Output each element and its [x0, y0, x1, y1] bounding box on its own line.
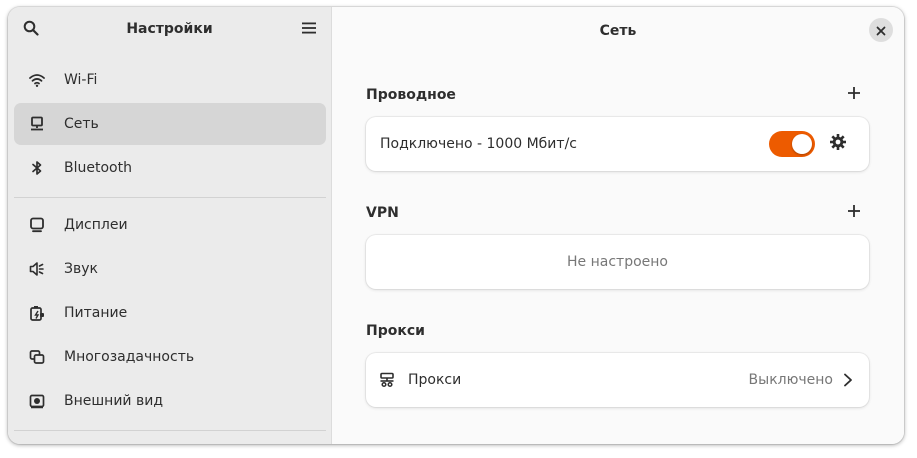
gear-icon	[829, 133, 847, 155]
wired-settings-button[interactable]	[828, 134, 848, 154]
proxy-status: Выключено	[748, 372, 833, 388]
sidebar-item-label: Сеть	[64, 116, 99, 132]
add-wired-connection-button[interactable]	[842, 82, 866, 106]
sidebar-item-power[interactable]: Питание	[14, 292, 326, 334]
add-vpn-button[interactable]	[842, 200, 866, 224]
proxy-icon	[379, 372, 397, 390]
sidebar-divider	[14, 430, 326, 431]
chevron-right-icon	[841, 372, 855, 388]
sidebar-item-sound[interactable]: Звук	[14, 248, 326, 290]
sidebar-item-label: Wi-Fi	[64, 72, 98, 88]
multitasking-icon	[28, 348, 46, 366]
sidebar-item-label: Дисплеи	[64, 217, 128, 233]
sidebar-item-label: Bluetooth	[64, 160, 132, 176]
sidebar-item-label: Многозадачность	[64, 349, 195, 365]
sidebar-divider	[14, 197, 326, 198]
plus-icon	[847, 203, 861, 222]
vpn-empty-text: Не настроено	[567, 254, 668, 270]
sound-icon	[28, 260, 46, 278]
power-icon	[28, 304, 46, 322]
nav-group-connectivity: Wi-Fi Сеть Bluetooth	[14, 59, 326, 191]
sidebar-item-multitasking[interactable]: Многозадачность	[14, 336, 326, 378]
page-title: Сеть	[599, 23, 637, 39]
proxy-section-title: Прокси	[366, 323, 425, 339]
appearance-icon	[28, 392, 46, 410]
sidebar: Настройки Wi-Fi Сеть Bluetooth Дисплеи З…	[8, 7, 332, 444]
sidebar-item-label: Внешний вид	[64, 393, 164, 409]
vpn-empty-card: Не настроено	[366, 235, 869, 289]
close-icon	[876, 21, 886, 40]
wired-connection-toggle[interactable]	[769, 131, 815, 157]
sidebar-header: Настройки	[8, 7, 331, 53]
toggle-knob	[792, 134, 812, 154]
wired-connection-status: Подключено - 1000 Мбит/с	[380, 136, 577, 152]
settings-window: Настройки Wi-Fi Сеть Bluetooth Дисплеи З…	[8, 7, 904, 444]
bluetooth-icon	[28, 159, 46, 177]
proxy-label: Прокси	[408, 372, 462, 388]
close-button[interactable]	[869, 18, 893, 42]
plus-icon	[847, 85, 861, 104]
network-icon	[28, 115, 46, 133]
sidebar-item-displays[interactable]: Дисплеи	[14, 204, 326, 246]
sidebar-item-wifi[interactable]: Wi-Fi	[14, 59, 326, 101]
sidebar-item-appearance[interactable]: Внешний вид	[14, 380, 326, 422]
main-menu-button[interactable]	[297, 18, 321, 42]
proxy-row[interactable]: Прокси Выключено	[366, 353, 869, 407]
sidebar-item-label: Питание	[64, 305, 128, 321]
hamburger-menu-icon	[301, 20, 317, 40]
wired-section-title: Проводное	[366, 87, 456, 103]
display-icon	[28, 216, 46, 234]
wifi-icon	[28, 71, 46, 89]
wired-connection-row: Подключено - 1000 Мбит/с	[366, 117, 869, 171]
sidebar-item-network[interactable]: Сеть	[14, 103, 326, 145]
main-panel: Сеть Проводное Подключено - 1000 Мбит/с	[332, 7, 904, 444]
sidebar-title: Настройки	[126, 21, 213, 37]
sidebar-item-label: Звук	[64, 261, 98, 277]
sidebar-item-bluetooth[interactable]: Bluetooth	[14, 147, 326, 189]
nav-group-system: Дисплеи Звук Питание Многозадачность Вне…	[14, 204, 326, 424]
vpn-section-title: VPN	[366, 205, 399, 221]
